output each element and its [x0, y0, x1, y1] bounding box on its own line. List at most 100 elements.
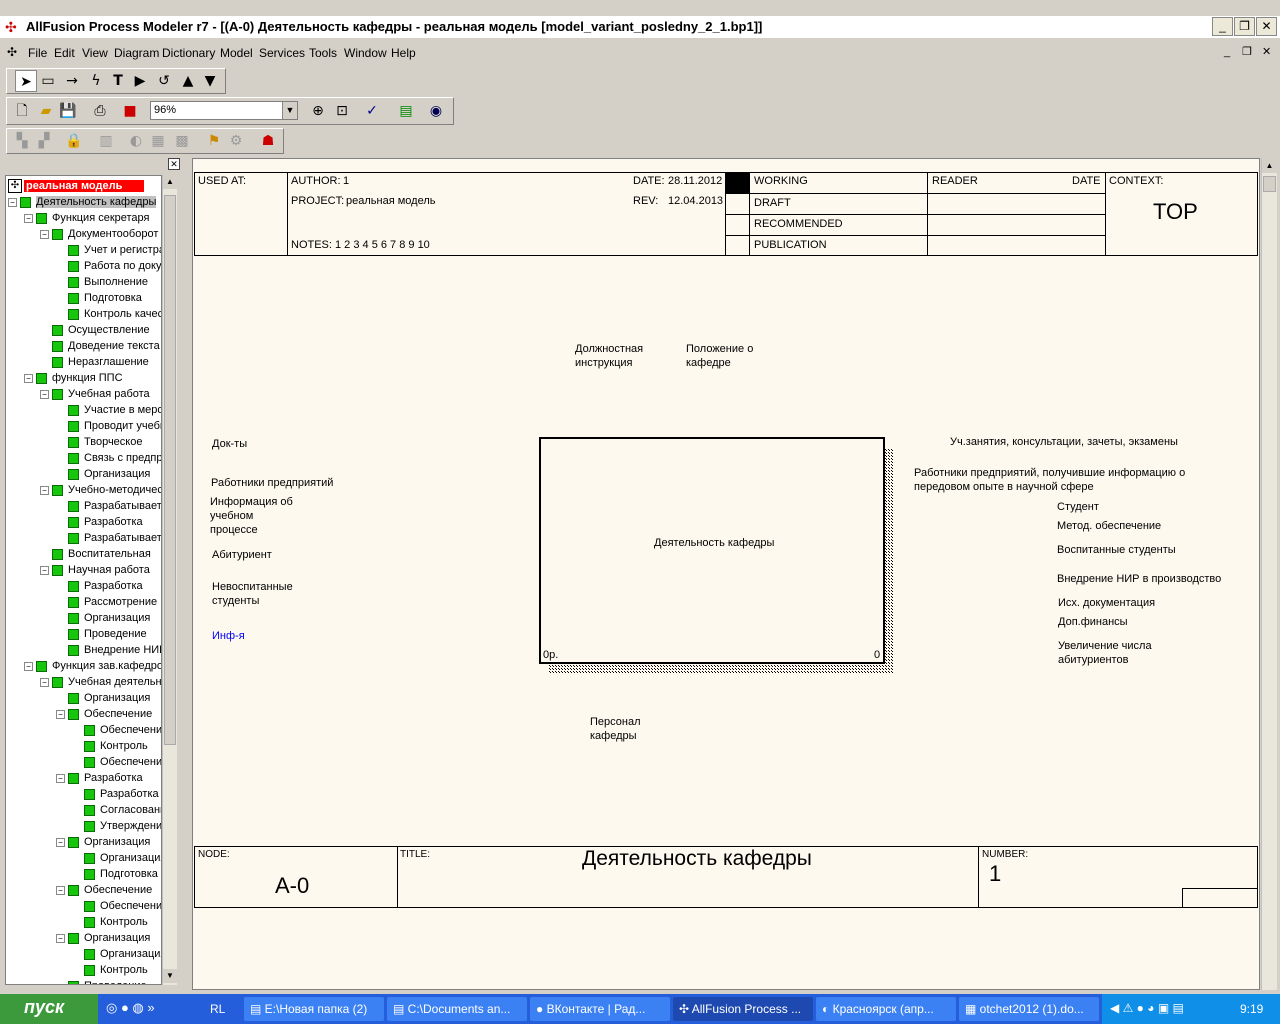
tree-item[interactable]: Участие в мероприятиях: [56, 402, 161, 418]
input-arrow-label[interactable]: Работники предприятий: [211, 476, 333, 490]
tree-item[interactable]: Организация: [72, 850, 161, 866]
mart-disconnect-icon[interactable]: ▞: [33, 130, 55, 152]
mart-merge-icon[interactable]: ◐: [125, 130, 147, 152]
collapse-icon[interactable]: −: [56, 933, 65, 943]
output-arrow-label[interactable]: Метод. обеспечение: [1057, 519, 1161, 533]
text-tool-icon[interactable]: T: [107, 70, 129, 92]
tree-item[interactable]: − функция ППС: [24, 370, 123, 386]
tree-item[interactable]: − Организация: [56, 930, 150, 946]
collapse-icon[interactable]: −: [40, 677, 49, 687]
tree-root[interactable]: ✣ реальная модель: [8, 178, 145, 194]
mart-users-icon[interactable]: ⚑: [203, 130, 225, 152]
quicklaunch-icons[interactable]: ◎ ● ◍ »: [106, 1000, 155, 1016]
tree-item[interactable]: Разрабатывает: [56, 530, 161, 546]
tree-item[interactable]: − Функция секретаря: [24, 210, 150, 226]
scroll-thumb[interactable]: [164, 195, 176, 745]
control-arrow-label[interactable]: Положение о кафедре: [686, 342, 753, 370]
box-tool-icon[interactable]: ▭: [37, 70, 59, 92]
pointer-tool-icon[interactable]: ➤: [15, 70, 37, 92]
explorer-scrollbar[interactable]: ▲ ▼: [162, 175, 177, 985]
collapse-icon[interactable]: −: [24, 661, 33, 671]
tree-item[interactable]: − Научная работа: [40, 562, 150, 578]
tree-item[interactable]: Неразглашение: [40, 354, 149, 370]
language-indicator[interactable]: RL: [210, 1002, 225, 1016]
new-icon[interactable]: 🗋: [11, 100, 33, 122]
minimize-button[interactable]: _: [1212, 17, 1233, 36]
tree-item[interactable]: Обеспечение: [72, 754, 161, 770]
tree-item[interactable]: Связь с предприятиями: [56, 450, 161, 466]
mart-compare-icon[interactable]: ▦: [147, 130, 169, 152]
mart-grid-icon[interactable]: ▩: [171, 130, 193, 152]
tree-item[interactable]: − Функция зав.кафедрой: [24, 658, 161, 674]
collapse-icon[interactable]: −: [56, 885, 65, 895]
collapse-icon[interactable]: −: [56, 773, 65, 783]
zoom-in-icon[interactable]: ⊕: [307, 100, 329, 122]
taskbar-button[interactable]: ▦ otchet2012 (1).do...: [959, 997, 1099, 1021]
canvas-scroll-thumb[interactable]: [1263, 176, 1276, 192]
output-arrow-label[interactable]: Доп.финансы: [1058, 615, 1128, 629]
menu-model[interactable]: Model: [220, 46, 253, 60]
output-arrow-label[interactable]: Уч.занятия, консультации, зачеты, экзаме…: [950, 435, 1178, 449]
color-icon[interactable]: ■: [119, 100, 141, 122]
mart-connect-icon[interactable]: ▚: [11, 130, 33, 152]
maximize-button[interactable]: ❐: [1234, 17, 1255, 36]
open-icon[interactable]: ▰: [35, 100, 57, 122]
tree-item[interactable]: − Деятельность кафедры: [8, 194, 157, 210]
zoom-fit-icon[interactable]: ⊡: [331, 100, 353, 122]
mdi-close-button[interactable]: ✕: [1262, 45, 1271, 58]
tree-item[interactable]: Контроль: [72, 738, 148, 754]
lock-icon[interactable]: 🔒: [63, 130, 85, 152]
tree-item[interactable]: − Учебная работа: [40, 386, 150, 402]
menu-tools[interactable]: Tools: [309, 46, 337, 60]
tree-item[interactable]: − Обеспечение: [56, 882, 152, 898]
tree-item[interactable]: Проводит учебные: [56, 418, 161, 434]
tree-item[interactable]: Организация: [56, 466, 150, 482]
collapse-icon[interactable]: −: [24, 373, 33, 383]
tree-item[interactable]: Работа по документам: [56, 258, 161, 274]
mdi-restore-button[interactable]: ❐: [1242, 45, 1252, 58]
go-down-icon[interactable]: ▼: [199, 70, 221, 92]
tree-item[interactable]: Творческое: [56, 434, 142, 450]
print-icon[interactable]: ⎙: [89, 100, 111, 122]
tree-item[interactable]: Утверждение: [72, 818, 161, 834]
taskbar-button[interactable]: ● ВКонтакте | Рад...: [530, 997, 670, 1021]
spellcheck-icon[interactable]: ✓: [361, 100, 383, 122]
tree-item[interactable]: Проведение: [56, 626, 147, 642]
tree-item[interactable]: Организация: [56, 690, 150, 706]
output-arrow-label[interactable]: Исх. документация: [1058, 596, 1155, 610]
scroll-down-icon[interactable]: ▼: [163, 969, 177, 983]
mart-report-icon[interactable]: ▥: [95, 130, 117, 152]
collapse-icon[interactable]: −: [56, 837, 65, 847]
tree-item[interactable]: Учет и регистрация: [56, 242, 161, 258]
tree-item[interactable]: Разработка: [56, 578, 143, 594]
menu-services[interactable]: Services: [259, 46, 305, 60]
tree-item[interactable]: Внедрение НИР: [56, 642, 161, 658]
tree-item[interactable]: Рассмотрение: [56, 594, 157, 610]
model-explorer-icon[interactable]: ▤: [395, 100, 417, 122]
tree-item[interactable]: Разрабатывает: [56, 498, 161, 514]
taskbar-button[interactable]: ✣ AllFusion Process ...: [673, 997, 813, 1021]
scroll-up-icon[interactable]: ▲: [163, 175, 177, 189]
output-arrow-label[interactable]: Студент: [1057, 500, 1099, 514]
collapse-icon[interactable]: −: [40, 565, 49, 575]
canvas-scroll-up-icon[interactable]: ▲: [1262, 158, 1277, 173]
menu-diagram[interactable]: Diagram: [114, 46, 159, 60]
tree-item[interactable]: Контроль качества: [56, 306, 161, 322]
input-arrow-label[interactable]: Абитуриент: [212, 548, 272, 562]
tray-icons[interactable]: ◀ ⚠ ● ◕ ▣ ▤: [1110, 1001, 1184, 1015]
taskbar-button[interactable]: ▤ C:\Documents an...: [387, 997, 527, 1021]
model-mart-icon[interactable]: ◉: [425, 100, 447, 122]
output-arrow-label[interactable]: Увеличение числа абитуриентов: [1058, 639, 1152, 667]
arrow-tool-icon[interactable]: →: [61, 70, 83, 92]
mechanism-arrow-label[interactable]: Персонал кафедры: [590, 715, 641, 743]
collapse-icon[interactable]: −: [40, 485, 49, 495]
tree-item[interactable]: Доведение текста: [40, 338, 160, 354]
input-arrow-label[interactable]: Информация об учебном процессе: [210, 495, 293, 537]
collapse-icon[interactable]: −: [24, 213, 33, 223]
close-button[interactable]: ✕: [1256, 17, 1277, 36]
tree-item[interactable]: Проведение: [56, 978, 147, 984]
tree-item[interactable]: Обеспечение: [72, 898, 161, 914]
control-arrow-label[interactable]: Должностная инструкция: [575, 342, 643, 370]
tree-item[interactable]: Разработка: [56, 514, 143, 530]
input-arrow-label[interactable]: Инф-я: [212, 629, 245, 643]
